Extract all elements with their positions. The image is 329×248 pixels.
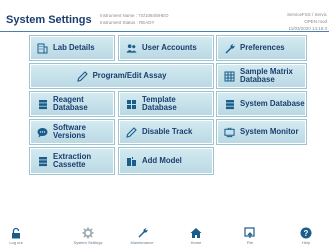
user-accounts-button[interactable]: User Accounts	[118, 35, 214, 61]
page-title: System Settings	[6, 14, 92, 26]
svg-text:?: ?	[304, 229, 309, 238]
lab-details-label: Lab Details	[53, 43, 95, 52]
extraction-cassette-label: Extraction Cassette	[53, 152, 92, 169]
help-icon: ?	[300, 226, 312, 239]
preferences-button[interactable]: Preferences	[216, 35, 307, 61]
system-settings-nav-label: System Settings	[73, 240, 103, 245]
pencil-icon	[76, 70, 88, 82]
maintenance-nav-label: Maintenance	[130, 240, 154, 245]
gear-icon	[82, 226, 94, 239]
logout-label: Log out	[9, 240, 23, 245]
disable-track-label: Disable Track	[142, 127, 193, 136]
settings-grid: Lab Details User Accounts Preferences Pr…	[29, 35, 307, 208]
database-icon	[37, 99, 48, 110]
wrench-icon	[224, 43, 235, 54]
maintenance-nav[interactable]: Maintenance	[122, 226, 162, 248]
user-accounts-label: User Accounts	[142, 43, 197, 52]
add-model-label: Add Model	[142, 156, 182, 165]
bottom-toolbar: Log out System Settings Maintenance Home…	[0, 226, 329, 248]
add-model-button[interactable]: Add Model	[118, 147, 214, 175]
template-database-label: Template Database	[142, 95, 177, 112]
program-edit-assay-button[interactable]: Program/Edit Assay	[29, 63, 214, 89]
sample-matrix-database-button[interactable]: Sample Matrix Database	[216, 63, 307, 89]
home-nav[interactable]: Home	[176, 226, 216, 248]
reagent-database-label: Reagent Database	[53, 95, 88, 112]
program-edit-assay-label: Program/Edit Assay	[92, 71, 167, 80]
header: System Settings Instrument Name : 7S/108…	[0, 0, 329, 32]
system-settings-nav[interactable]: System Settings	[68, 226, 108, 248]
system-monitor-label: System Monitor	[240, 127, 299, 136]
template-database-button[interactable]: Template Database	[118, 91, 214, 117]
instrument-info: Instrument Name : 7S/1084/8HEO Instrumen…	[100, 12, 169, 26]
user-info: ServiceFSS / Servic	[286, 12, 327, 17]
extraction-cassette-button[interactable]: Extraction Cassette	[29, 147, 115, 175]
database-icon	[224, 99, 235, 110]
system-database-button[interactable]: System Database	[216, 91, 307, 117]
export-icon	[244, 226, 256, 239]
grid-icon	[224, 71, 235, 82]
database-icon	[37, 156, 48, 167]
home-icon	[190, 226, 202, 239]
help-nav[interactable]: ? Help	[286, 226, 326, 248]
wrench-icon	[136, 226, 148, 239]
home-nav-label: Home	[190, 240, 202, 245]
file-nav-label: File	[246, 240, 254, 245]
preferences-label: Preferences	[240, 43, 285, 52]
add-model-icon	[126, 156, 137, 167]
system-monitor-button[interactable]: System Monitor	[216, 119, 307, 145]
instrument-name: Instrument Name : 7S/1084/8HEO	[100, 13, 169, 18]
logout-button[interactable]: Log out	[0, 226, 36, 248]
lock-icon	[10, 226, 22, 239]
reagent-database-button[interactable]: Reagent Database	[29, 91, 115, 117]
template-grid-icon	[126, 99, 137, 110]
file-nav[interactable]: File	[230, 226, 270, 248]
users-icon	[126, 43, 137, 54]
pencil-icon	[126, 126, 137, 138]
help-nav-label: Help	[301, 240, 311, 245]
header-divider	[0, 31, 329, 32]
software-versions-label: Software Versions	[53, 123, 86, 140]
mode-info: OPEN mod	[304, 19, 327, 24]
software-versions-button[interactable]: Software Versions	[29, 119, 115, 145]
disable-track-button[interactable]: Disable Track	[118, 119, 214, 145]
instrument-status: Instrument Status : READY	[100, 20, 155, 25]
session-info: ServiceFSS / Servic OPEN mod 11/03/2020 …	[287, 11, 327, 32]
chat-bubble-icon	[37, 127, 48, 138]
lab-details-button[interactable]: Lab Details	[29, 35, 115, 61]
building-icon	[37, 43, 48, 54]
system-database-label: System Database	[240, 99, 305, 108]
monitor-icon	[224, 127, 235, 138]
sample-matrix-database-label: Sample Matrix Database	[240, 67, 293, 84]
